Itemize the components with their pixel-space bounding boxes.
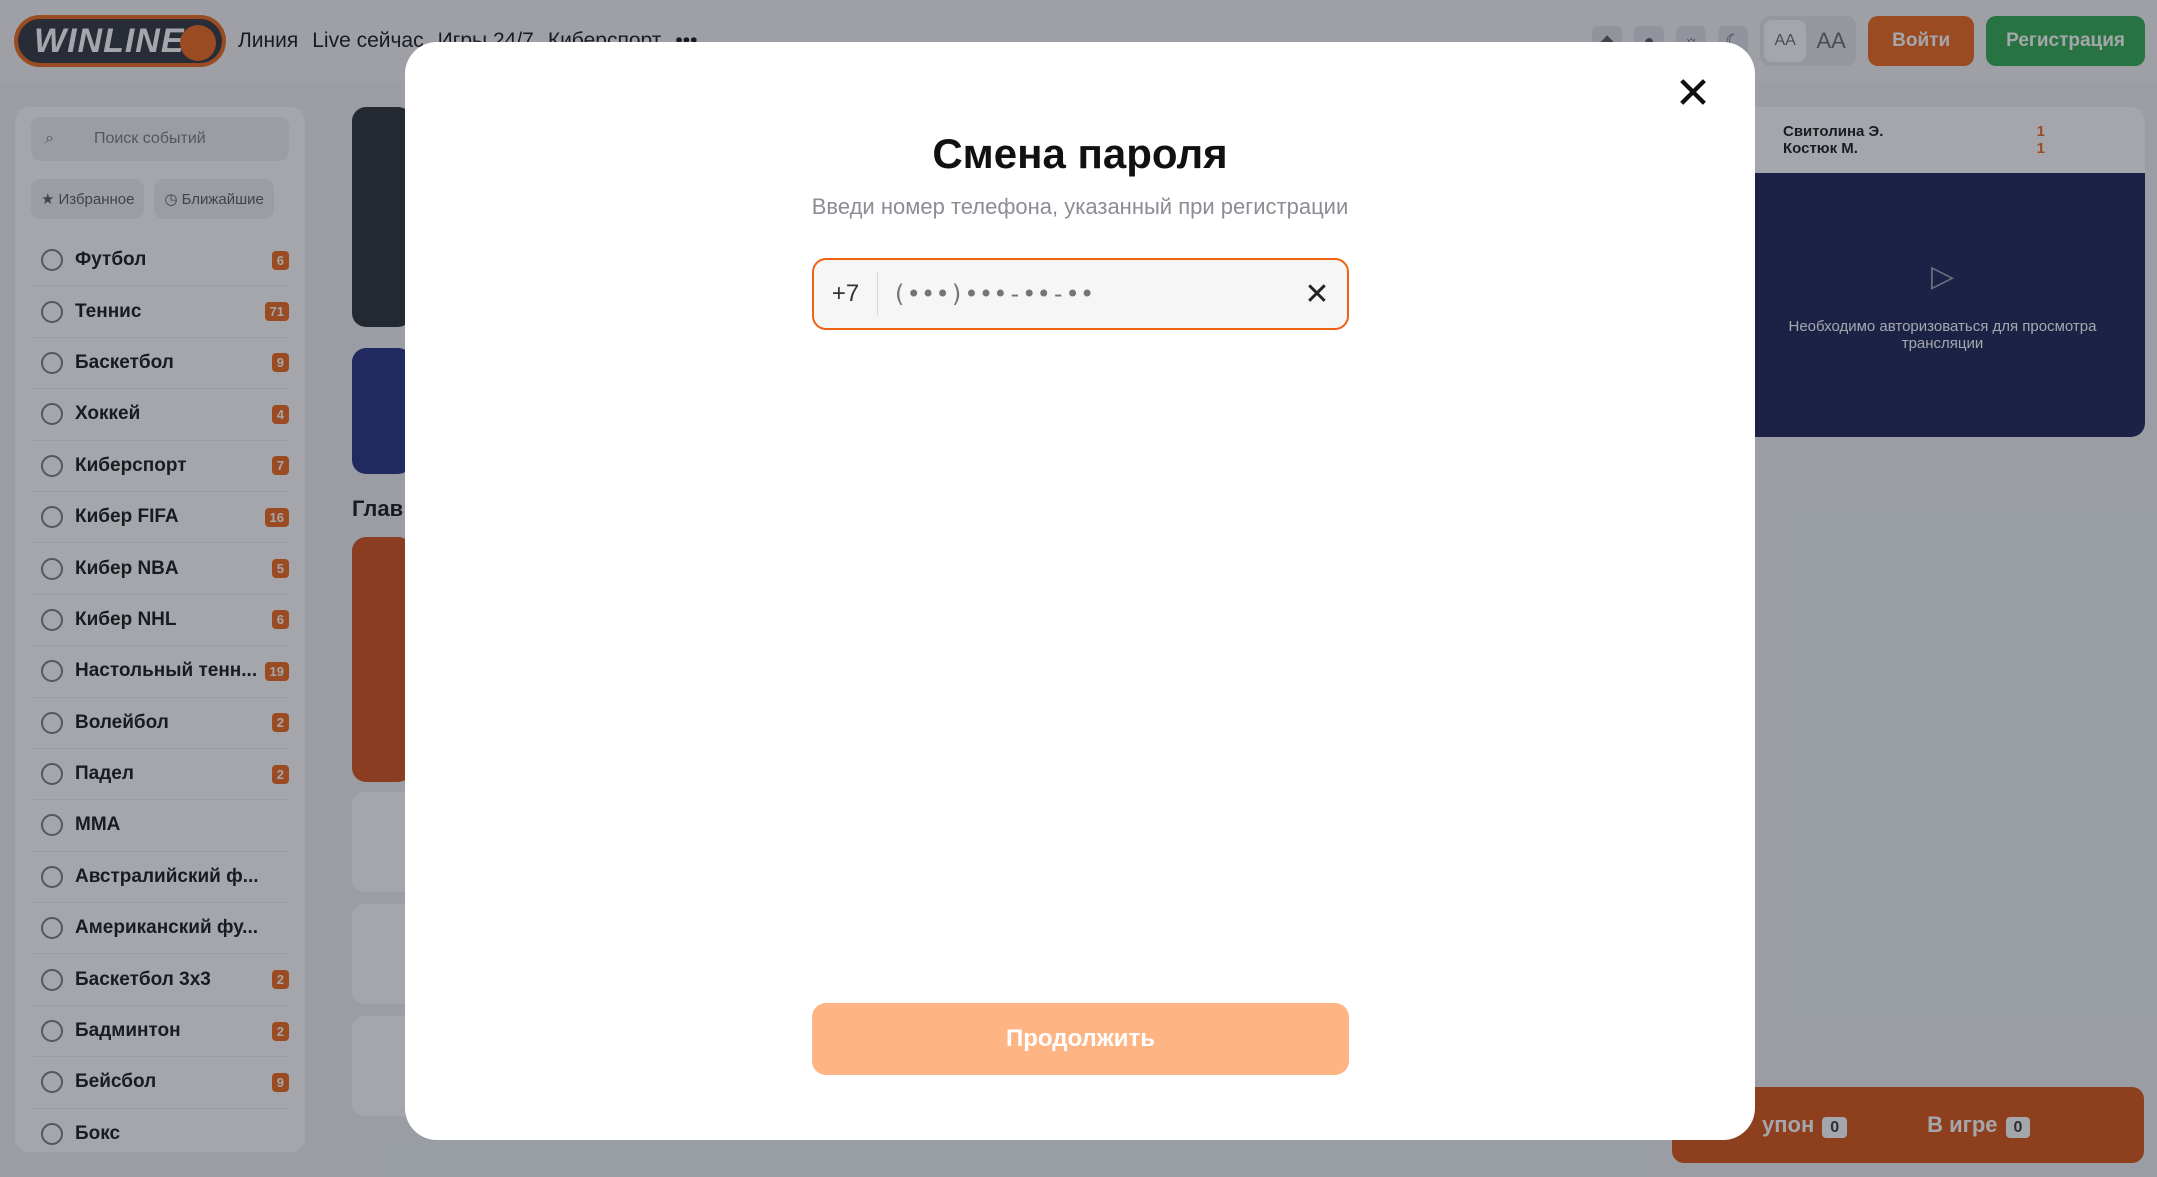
clear-icon[interactable]: ✕ — [1287, 277, 1347, 312]
modal-title: Смена пароля — [932, 130, 1228, 177]
modal-subtitle: Введи номер телефона, указанный при реги… — [811, 194, 1349, 219]
change-password-modal: ✕ Смена пароля Введи номер телефона, ука… — [405, 42, 1755, 1140]
country-code: +7 — [814, 272, 878, 316]
continue-button[interactable]: Продолжить — [812, 1003, 1349, 1075]
phone-input[interactable] — [878, 260, 1287, 328]
close-icon[interactable]: ✕ — [1671, 72, 1715, 116]
phone-field: +7 ✕ — [812, 258, 1349, 330]
